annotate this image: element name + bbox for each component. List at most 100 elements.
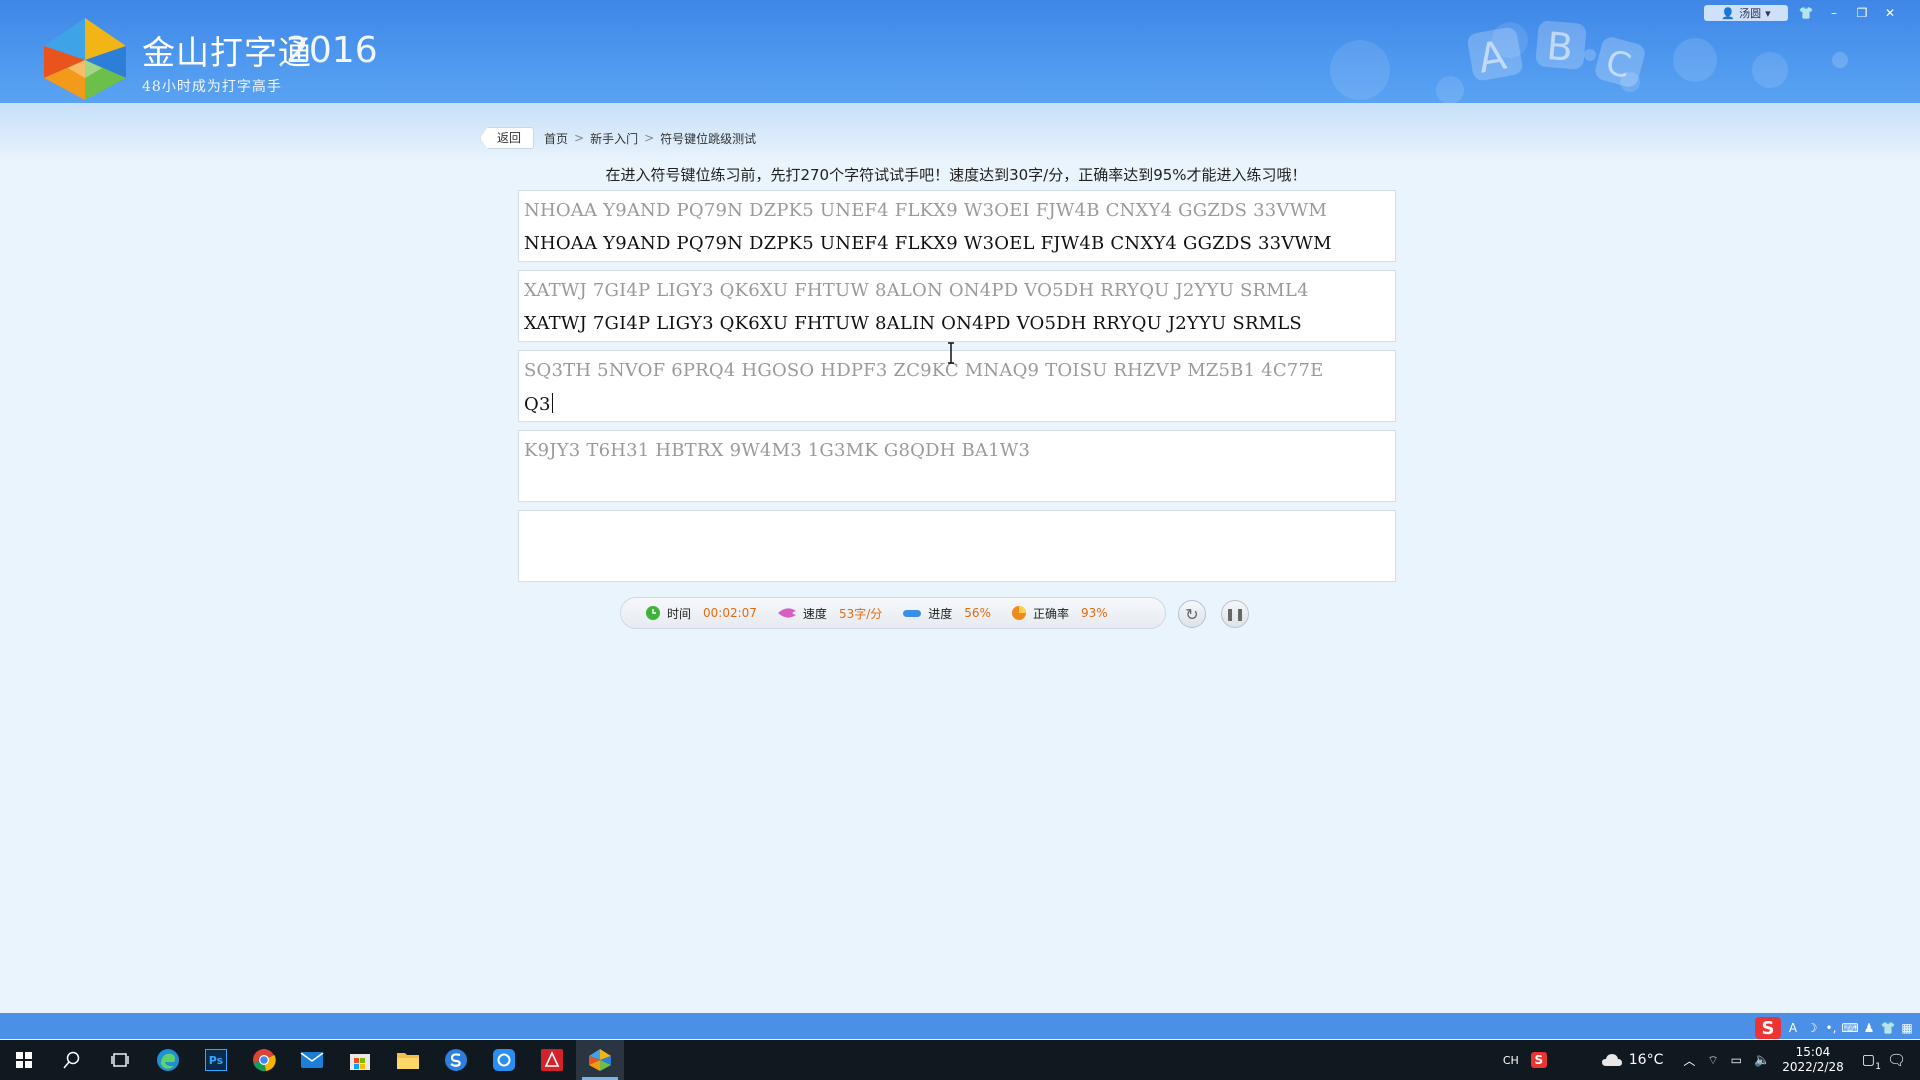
edge-taskbar-item[interactable] [144, 1040, 192, 1080]
notification-chat-icon[interactable]: ▢ 1 [1862, 1052, 1881, 1072]
typed-text: XATWJ 7GI4P LIGY3 QK6XU FHTUW 8ALIN ON4P… [524, 313, 1302, 334]
svg-text:B: B [1545, 24, 1575, 70]
wifi-icon[interactable]: ⌔ [1707, 1053, 1718, 1068]
clock-date: 2022/2/28 [1782, 1060, 1844, 1074]
acrobat-taskbar-item[interactable] [528, 1040, 576, 1080]
pause-icon: ❚❚ [1224, 607, 1246, 621]
clock-time: 15:04 [1795, 1045, 1831, 1059]
typing-line-panel[interactable]: XATWJ 7GI4P LIGY3 QK6XU FHTUW 8ALON ON4P… [518, 270, 1396, 342]
chevron-down-icon: ▾ [1765, 6, 1771, 20]
start-button[interactable] [0, 1040, 48, 1080]
task-view-button[interactable] [96, 1040, 144, 1080]
typing-line-panel-active[interactable]: SQ3TH 5NVOF 6PRQ4 HGOSO HDPF3 ZC9KC MNAQ… [518, 350, 1396, 422]
breadcrumb: 返回 首页 > 新手入门 > 符号键位跳级测试 [480, 127, 756, 149]
sogou-taskbar-item[interactable] [432, 1040, 480, 1080]
stat-time-value: 00:02:07 [703, 606, 757, 620]
photoshop-taskbar-item[interactable]: Ps [192, 1040, 240, 1080]
pause-button[interactable]: ❚❚ [1221, 600, 1249, 628]
ime-english-icon[interactable]: A [1786, 1021, 1800, 1035]
stats-bar: 时间 00:02:07 速度 53字/分 进度 56% 正确率 93% [620, 597, 1166, 629]
speed-wing-icon [777, 608, 796, 618]
app-header: 金山打字通 2016 48小时成为打字高手 A B C 👤 汤圆 ▾ 👕 – ❐… [0, 0, 1920, 103]
stat-time-label: 时间 [667, 606, 692, 621]
action-center-icon[interactable]: 🗨 [1887, 1051, 1906, 1069]
source-text: XATWJ 7GI4P LIGY3 QK6XU FHTUW 8ALON ON4P… [524, 280, 1309, 301]
search-icon [63, 1051, 80, 1069]
typing-app-icon [589, 1049, 611, 1071]
instruction-label: 在进入符号键位练习前，先打270个字符试试手吧！速度达到30字/分，正确率达到9… [605, 166, 1307, 184]
window-controls: 👤 汤圆 ▾ 👕 – ❐ ✕ [1704, 5, 1900, 21]
brand-slogan: 48小时成为打字高手 [142, 79, 282, 95]
clock[interactable]: 15:04 2022/2/28 [1782, 1045, 1844, 1075]
brand-year: 2016 [286, 30, 378, 71]
cloud-icon [1601, 1054, 1622, 1066]
restore-button[interactable]: ❐ [1852, 5, 1872, 21]
source-text: SQ3TH 5NVOF 6PRQ4 HGOSO HDPF3 ZC9KC MNAQ… [524, 360, 1324, 381]
edge-icon [157, 1049, 179, 1071]
breadcrumb-home[interactable]: 首页 [544, 130, 568, 147]
screenshot-taskbar-item[interactable] [480, 1040, 528, 1080]
mail-icon [300, 1052, 324, 1068]
stat-speed-value: 53字/分 [838, 606, 883, 621]
ibeam-cursor-icon [948, 342, 954, 364]
typed-input[interactable]: Q3 [524, 393, 553, 415]
restart-icon: ↻ [1185, 604, 1199, 624]
chevron-up-icon[interactable]: ︿ [1683, 1052, 1695, 1069]
weather-temp[interactable]: 16°C [1629, 1052, 1664, 1068]
stat-accuracy: 正确率 93% [1011, 605, 1108, 622]
stat-accuracy-value: 93% [1080, 606, 1108, 620]
source-text: K9JY3 T6H31 HBTRX 9W4M3 1G3MK G8QDH BA1W… [524, 440, 1031, 461]
user-icon: 👤 [1721, 6, 1736, 20]
sogou-ime-icon[interactable]: S [1755, 1017, 1781, 1039]
back-button[interactable]: 返回 [480, 127, 535, 149]
ime-skin-icon[interactable]: 👕 [1881, 1021, 1896, 1035]
app-logo-icon [44, 18, 126, 100]
sogou-tray-icon[interactable]: S [1530, 1052, 1547, 1068]
sogou-browser-icon [445, 1049, 467, 1071]
typing-line-panel[interactable]: NHOAA Y9AND PQ79N DZPK5 UNEF4 FLKX9 W3OE… [518, 190, 1396, 262]
system-tray: CH S 16°C ︿ ⌔ ▭ 🔈 15:04 2022/2/28 ▢ 1 🗨 [1503, 1040, 1920, 1080]
text-caret [551, 393, 553, 413]
battery-icon[interactable]: ▭ [1731, 1053, 1742, 1067]
stat-progress-value: 56% [964, 606, 991, 620]
stat-speed-label: 速度 [802, 606, 827, 621]
close-button[interactable]: ✕ [1880, 5, 1900, 21]
stat-speed: 速度 53字/分 [777, 605, 882, 622]
stat-progress-label: 进度 [928, 606, 953, 621]
ime-keyboard-icon[interactable]: ⌨ [1841, 1021, 1858, 1035]
breadcrumb-separator: > [574, 131, 585, 145]
breadcrumb-separator: > [644, 131, 655, 145]
speaker-icon[interactable]: 🔈 [1754, 1053, 1770, 1068]
user-menu[interactable]: 👤 汤圆 ▾ [1704, 5, 1788, 21]
progress-pill-icon [903, 610, 922, 617]
chrome-taskbar-item[interactable] [240, 1040, 288, 1080]
restart-button[interactable]: ↻ [1178, 600, 1206, 628]
typing-line-panel[interactable]: K9JY3 T6H31 HBTRX 9W4M3 1G3MK G8QDH BA1W… [518, 430, 1396, 502]
header-fade [0, 103, 1920, 163]
minimize-button[interactable]: – [1824, 5, 1844, 21]
acrobat-icon [541, 1049, 563, 1071]
ime-moon-icon[interactable]: ☽ [1805, 1021, 1819, 1035]
instruction-text: 在进入符号键位练习前，先打270个字符试试手吧！速度达到30字/分，正确率达到9… [0, 164, 1920, 185]
ime-punct-icon[interactable]: •, [1824, 1021, 1838, 1035]
chrome-icon [253, 1049, 276, 1072]
store-taskbar-item[interactable] [336, 1040, 384, 1080]
ime-user-icon[interactable]: ♟ [1862, 1021, 1876, 1035]
ime-grid-icon[interactable]: ▦ [1900, 1021, 1914, 1035]
folder-icon [397, 1053, 419, 1069]
input-language[interactable]: CH [1503, 1054, 1519, 1067]
breadcrumb-beginner[interactable]: 新手入门 [590, 130, 638, 147]
clock-icon [646, 606, 660, 620]
typed-text: NHOAA Y9AND PQ79N DZPK5 UNEF4 FLKX9 W3OE… [524, 233, 1332, 254]
typing-line-panel[interactable] [518, 510, 1396, 582]
user-name: 汤圆 [1739, 7, 1762, 20]
mail-taskbar-item[interactable] [288, 1040, 336, 1080]
typed-text: Q3 [524, 394, 551, 415]
skin-shirt-icon[interactable]: 👕 [1796, 5, 1816, 21]
store-icon [350, 1054, 370, 1070]
source-text: NHOAA Y9AND PQ79N DZPK5 UNEF4 FLKX9 W3OE… [524, 200, 1327, 221]
explorer-taskbar-item[interactable] [384, 1040, 432, 1080]
typing-app-taskbar-item[interactable] [576, 1040, 624, 1080]
windows-icon [16, 1052, 32, 1068]
search-button[interactable] [48, 1040, 96, 1080]
